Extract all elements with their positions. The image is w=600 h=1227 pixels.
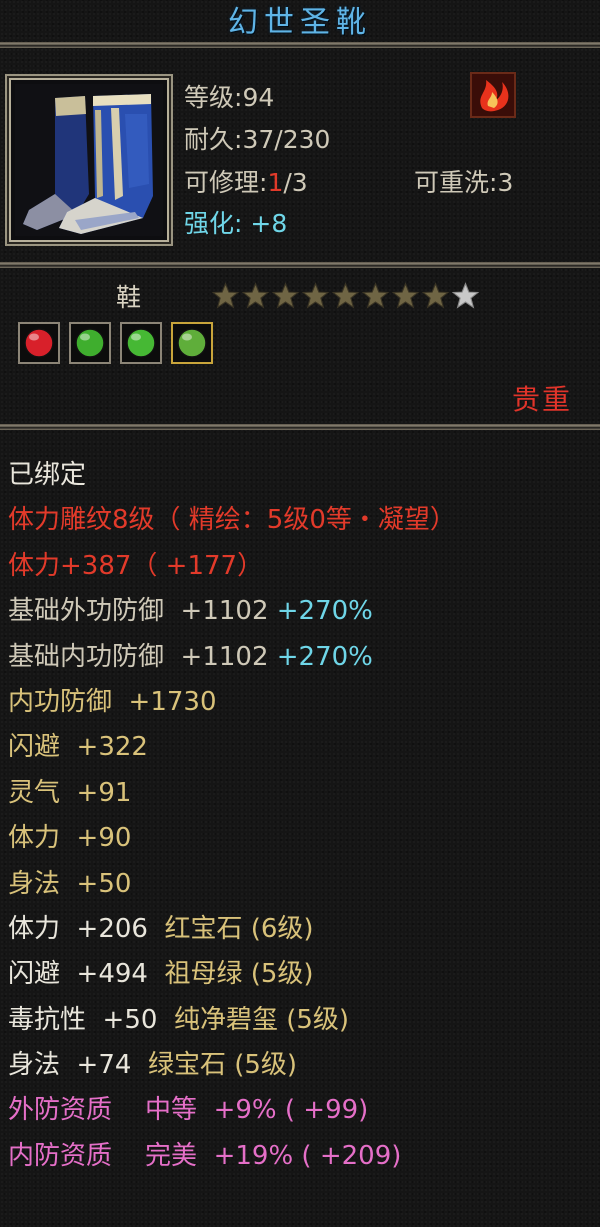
property-text: 体力+387（ +177）	[8, 550, 264, 581]
property-text: 身法 +50	[8, 868, 132, 899]
enhance-stat: 强化: +8	[184, 209, 288, 238]
star-filled-icon	[362, 282, 389, 309]
property-row: 灵气 +91	[8, 772, 596, 817]
property-text: 体力 +90	[8, 823, 132, 854]
green-gem-icon[interactable]	[120, 322, 162, 364]
property-row: 闪避 +494 祖母绿 (5级)	[8, 953, 596, 998]
property-text: 外防资质 中等 +9% ( +99)	[8, 1095, 369, 1126]
rewash-stat: 可重洗:3	[414, 168, 514, 197]
property-row: 身法 +50	[8, 863, 596, 908]
property-text: 体力 +206	[8, 913, 165, 944]
property-text: 灵气 +91	[8, 777, 132, 808]
property-text: 闪避 +322	[8, 732, 148, 763]
property-row: 体力+387（ +177）	[8, 545, 596, 590]
property-row: 内功防御 +1730	[8, 681, 596, 726]
star-empty-icon	[452, 282, 479, 309]
property-text: 毒抗性 +50	[8, 1004, 174, 1035]
star-filled-icon	[332, 282, 359, 309]
property-row: 体力 +206 红宝石 (6级)	[8, 908, 596, 953]
property-row: 内防资质 完美 +19% ( +209)	[8, 1135, 596, 1180]
property-row: 外防资质 中等 +9% ( +99)	[8, 1089, 596, 1134]
property-text: 闪避 +494	[8, 959, 165, 990]
item-name: 幻世圣靴	[228, 5, 372, 40]
star-filled-icon	[422, 282, 449, 309]
property-text: 体力雕纹8级（ 精绘：5级0等・凝望）	[8, 505, 456, 536]
property-row: 闪避 +322	[8, 726, 596, 771]
property-text: +270%	[276, 596, 373, 627]
title-divider	[0, 42, 600, 48]
property-row: 基础外功防御 +1102 +270%	[8, 590, 596, 635]
property-text: +270%	[276, 641, 373, 672]
property-text: 基础内功防御 +1102	[8, 641, 277, 672]
equipment-type: 鞋	[116, 283, 142, 312]
star-filled-icon	[302, 282, 329, 309]
repair-stat: 可修理:1/3	[184, 168, 308, 197]
star-filled-icon	[242, 282, 269, 309]
property-text: 内功防御 +1730	[8, 686, 217, 717]
green-gem-icon[interactable]	[69, 322, 111, 364]
property-row: 基础内功防御 +1102 +270%	[8, 636, 596, 681]
star-filled-icon	[212, 282, 239, 309]
flame-rune-icon[interactable]	[470, 72, 516, 118]
property-text: 红宝石 (6级)	[164, 913, 314, 944]
red-gem-icon[interactable]	[18, 322, 60, 364]
property-text: 基础外功防御 +1102	[8, 596, 277, 627]
item-icon-frame[interactable]	[5, 74, 173, 246]
star-filled-icon	[272, 282, 299, 309]
property-text: 祖母绿 (5级)	[164, 959, 314, 990]
property-row: 毒抗性 +50 纯净碧玺 (5级)	[8, 999, 596, 1044]
property-row: 体力 +90	[8, 817, 596, 862]
property-list: 已绑定体力雕纹8级（ 精绘：5级0等・凝望） 体力+387（ +177） 基础外功防…	[8, 454, 596, 1180]
property-text: 纯净碧玺 (5级)	[173, 1004, 350, 1035]
property-text: 身法 +74	[8, 1050, 148, 1081]
star-filled-icon	[392, 282, 419, 309]
jade-gem-icon[interactable]	[171, 322, 213, 364]
property-text: 已绑定	[8, 460, 87, 490]
boots-icon	[15, 84, 163, 236]
property-row: 已绑定	[8, 454, 596, 499]
property-text: 绿宝石 (5级)	[147, 1050, 298, 1081]
header-divider	[0, 262, 600, 268]
property-row: 体力雕纹8级（ 精绘：5级0等・凝望）	[8, 499, 596, 544]
rarity-label: 贵重	[511, 383, 572, 416]
stats-divider	[0, 424, 600, 430]
level-stat: 等级:94	[184, 83, 275, 112]
property-text: 内防资质 完美 +19% ( +209)	[8, 1140, 402, 1171]
durability-stat: 耐久:37/230	[184, 125, 331, 154]
property-row: 身法 +74 绿宝石 (5级)	[8, 1044, 596, 1089]
